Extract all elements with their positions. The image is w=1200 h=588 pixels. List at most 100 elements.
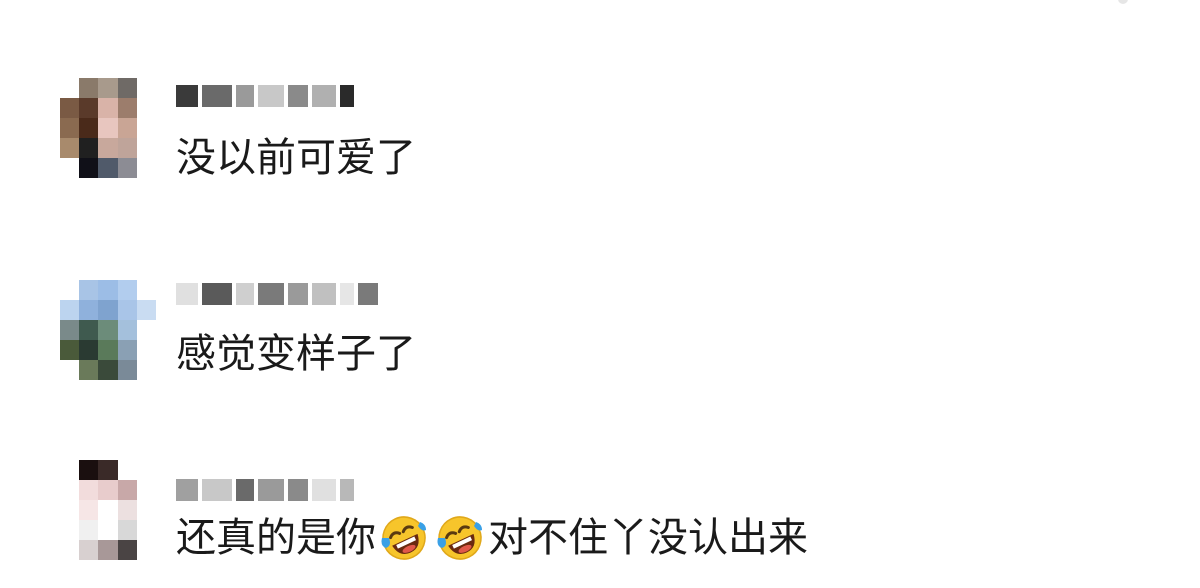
avatar-pixel — [60, 340, 80, 360]
username-block — [340, 85, 354, 107]
avatar-pixel — [98, 340, 118, 360]
avatar-pixel — [60, 360, 80, 380]
avatar-pixel — [136, 118, 156, 138]
avatar-pixel — [79, 340, 99, 360]
avatar-pixel — [79, 520, 99, 540]
avatar-pixel — [136, 480, 156, 500]
avatar-pixel — [98, 520, 118, 540]
avatar-pixel — [117, 138, 137, 158]
avatar-pixel — [117, 98, 137, 118]
avatar-pixel — [117, 280, 137, 300]
avatar-pixel — [79, 280, 99, 300]
username-block — [312, 85, 336, 107]
avatar-pixel — [60, 98, 80, 118]
username-block — [340, 283, 354, 305]
avatar-pixel — [136, 340, 156, 360]
username-blurred[interactable] — [176, 82, 354, 110]
username-block — [288, 479, 308, 501]
avatar-pixel — [60, 500, 80, 520]
avatar-pixel — [117, 520, 137, 540]
username-blurred[interactable] — [176, 476, 354, 504]
username-block — [258, 479, 284, 501]
comment-text: 没以前可爱了 — [176, 135, 416, 181]
avatar-pixel — [117, 360, 137, 380]
avatar[interactable] — [60, 280, 156, 380]
avatar-pixel — [98, 118, 118, 138]
avatar-pixel — [60, 118, 80, 138]
avatar-pixel — [79, 78, 99, 98]
avatar-pixel — [60, 540, 80, 560]
avatar-pixel — [98, 480, 118, 500]
username-block — [288, 283, 308, 305]
avatar-pixel — [117, 300, 137, 320]
username-block — [258, 85, 284, 107]
username-block — [202, 85, 232, 107]
avatar-pixel — [60, 138, 80, 158]
avatar-pixel — [60, 320, 80, 340]
username-block — [258, 283, 284, 305]
avatar-pixel — [136, 460, 156, 480]
comment-text-after: 对不住丫没认出来 — [488, 515, 808, 561]
avatar-pixel — [117, 340, 137, 360]
avatar-pixel — [117, 460, 137, 480]
avatar-pixel — [98, 280, 118, 300]
avatar-pixel — [98, 98, 118, 118]
avatar-pixel — [98, 138, 118, 158]
username-block — [202, 479, 232, 501]
avatar-pixel — [136, 280, 156, 300]
avatar-pixel — [136, 520, 156, 540]
avatar-pixel — [79, 300, 99, 320]
avatar-pixel — [136, 360, 156, 380]
username-blurred[interactable] — [176, 280, 378, 308]
avatar-pixel — [79, 158, 99, 178]
avatar-pixel — [117, 158, 137, 178]
avatar-pixel — [79, 500, 99, 520]
avatar-pixel — [136, 500, 156, 520]
avatar-pixel — [98, 320, 118, 340]
avatar-pixel — [98, 540, 118, 560]
avatar-pixel — [98, 158, 118, 178]
username-block — [176, 283, 198, 305]
avatar[interactable] — [60, 460, 156, 560]
rolling-on-floor-laughing-icon — [437, 516, 482, 560]
avatar-pixel — [117, 540, 137, 560]
avatar-pixel — [79, 320, 99, 340]
avatar-pixel — [98, 500, 118, 520]
username-block — [288, 85, 308, 107]
avatar-pixel — [79, 480, 99, 500]
avatar-pixel — [79, 460, 99, 480]
avatar-pixel — [79, 540, 99, 560]
avatar-pixel — [117, 118, 137, 138]
avatar-pixel — [136, 78, 156, 98]
avatar-pixel — [98, 360, 118, 380]
username-block — [236, 283, 254, 305]
username-block — [312, 479, 336, 501]
username-block — [176, 479, 198, 501]
avatar-pixel — [117, 500, 137, 520]
avatar-pixel — [79, 360, 99, 380]
avatar-pixel — [79, 138, 99, 158]
avatar-pixel — [60, 78, 80, 98]
avatar-pixel — [117, 320, 137, 340]
rolling-on-floor-laughing-icon — [381, 516, 426, 560]
avatar-pixel — [136, 98, 156, 118]
avatar[interactable] — [60, 78, 156, 178]
avatar-pixel — [117, 480, 137, 500]
username-block — [358, 283, 378, 305]
comment-text-before: 还真的是你 — [176, 515, 376, 561]
username-block — [340, 479, 354, 501]
username-block — [312, 283, 336, 305]
username-block — [202, 283, 232, 305]
avatar-pixel — [136, 540, 156, 560]
comment-text: 感觉变样子了 — [176, 331, 416, 377]
avatar-pixel — [60, 460, 80, 480]
avatar-pixel — [117, 78, 137, 98]
avatar-pixel — [60, 158, 80, 178]
username-block — [236, 85, 254, 107]
avatar-pixel — [98, 460, 118, 480]
avatar-pixel — [98, 78, 118, 98]
avatar-pixel — [136, 320, 156, 340]
avatar-pixel — [60, 520, 80, 540]
username-block — [236, 479, 254, 501]
avatar-pixel — [136, 158, 156, 178]
